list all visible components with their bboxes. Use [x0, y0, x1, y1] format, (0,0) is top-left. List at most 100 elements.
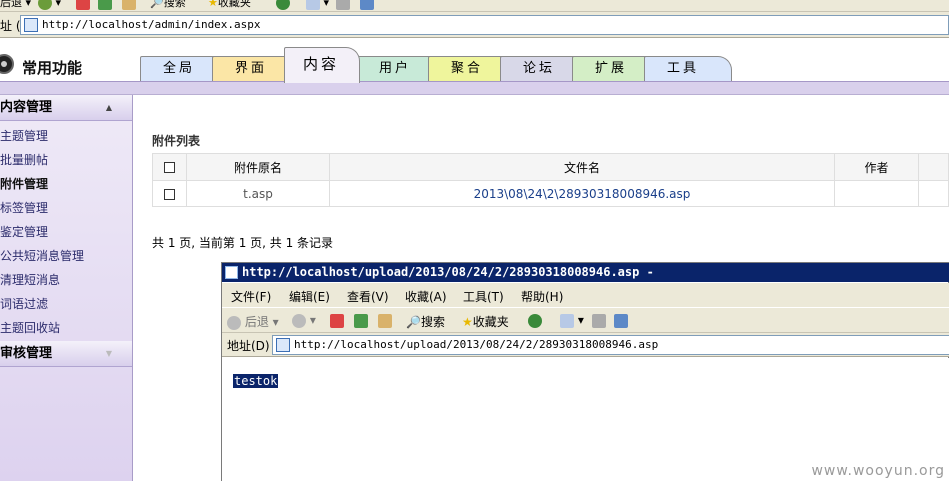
row-checkbox[interactable]: [164, 188, 175, 200]
stop-icon: [76, 0, 90, 10]
pager-text: 共 1 页, 当前第 1 页, 共 1 条记录: [152, 236, 334, 250]
tab-content[interactable]: 内容: [284, 47, 360, 83]
original-name-cell: t.asp: [186, 180, 330, 207]
section-title: 附件列表: [152, 134, 201, 148]
header-title: 常用功能: [22, 59, 83, 77]
watermark: www.wooyun.org: [811, 463, 945, 479]
edit-icon: [614, 313, 628, 328]
sidebar-item-topics[interactable]: 主题管理: [0, 124, 48, 148]
page-icon: [24, 18, 38, 32]
popup-back-button[interactable]: 后退 ▾: [227, 313, 279, 330]
menu-view[interactable]: 查看(V): [347, 288, 389, 305]
search-button[interactable]: 🔎搜索: [150, 0, 186, 11]
back-label: 后退: [0, 0, 22, 9]
favorites-label: 收藏夹: [217, 0, 251, 9]
popup-window: http://localhost/upload/2013/08/24/2/289…: [221, 262, 949, 481]
forward-icon: [38, 0, 52, 10]
page-output-text: testok: [233, 374, 279, 388]
print-icon: [336, 0, 350, 10]
popup-print-button[interactable]: [592, 313, 606, 328]
row-select-cell: [152, 180, 187, 207]
address-url: http://localhost/admin/index.aspx: [42, 18, 261, 31]
mail-icon: [306, 0, 320, 10]
print-button[interactable]: [336, 0, 350, 11]
favorites-button[interactable]: ★收藏夹: [208, 0, 251, 11]
sidebar: 内容管理 ▲ 主题管理 批量删帖 附件管理 标签管理 鉴定管理 公共短消息管理 …: [0, 95, 133, 481]
search-icon: 🔎: [150, 0, 164, 9]
menu-tools[interactable]: 工具(T): [463, 288, 504, 305]
menu-edit[interactable]: 编辑(E): [289, 288, 330, 305]
table-header-row: 附件原名 文件名 作者: [152, 153, 949, 181]
file-name-link[interactable]: 2013\08\24\2\28930318008946.asp: [329, 180, 835, 207]
popup-search-button[interactable]: 🔎搜索: [406, 313, 445, 330]
forward-button[interactable]: ▾: [38, 0, 61, 11]
search-label: 搜索: [163, 0, 186, 9]
extra-cell: [918, 180, 949, 207]
ie-icon: [225, 266, 238, 279]
column-header: [918, 153, 949, 181]
sidebar-item-tags[interactable]: 标签管理: [0, 196, 48, 220]
popup-stop-button[interactable]: [330, 313, 344, 328]
sidebar-item-word-filter[interactable]: 词语过滤: [0, 292, 48, 316]
attachment-table: 附件原名 文件名 作者 t.asp 2013\08\24\2\289303180…: [152, 153, 949, 207]
sidebar-group-content[interactable]: 内容管理 ▲: [0, 95, 132, 121]
sidebar-item-attachments[interactable]: 附件管理: [0, 172, 48, 196]
menu-file[interactable]: 文件(F): [231, 288, 271, 305]
popup-mail-button[interactable]: ▾: [560, 313, 584, 328]
column-header: 文件名: [329, 153, 835, 181]
media-button[interactable]: [276, 0, 290, 11]
popup-address-input[interactable]: http://localhost/upload/2013/08/24/2/289…: [272, 335, 949, 355]
edit-icon: [360, 0, 374, 10]
mail-icon: [560, 313, 574, 328]
mail-button[interactable]: ▾: [306, 0, 329, 11]
menu-help[interactable]: 帮助(H): [521, 288, 563, 305]
popup-title-bar[interactable]: http://localhost/upload/2013/08/24/2/289…: [222, 263, 949, 282]
forward-icon: [292, 313, 306, 328]
popup-media-button[interactable]: [528, 313, 542, 328]
author-cell: [834, 180, 919, 207]
home-button[interactable]: [122, 0, 136, 11]
refresh-button[interactable]: [98, 0, 112, 11]
sidebar-group-audit[interactable]: 审核管理 ▼: [0, 341, 132, 367]
stop-icon: [330, 313, 344, 328]
select-all-checkbox[interactable]: [164, 162, 175, 173]
sidebar-item-batch-delete[interactable]: 批量删帖: [0, 148, 48, 172]
sidebar-item-appraisal[interactable]: 鉴定管理: [0, 220, 48, 244]
table-row: t.asp 2013\08\24\2\28930318008946.asp: [152, 180, 949, 207]
refresh-icon: [354, 313, 368, 328]
home-icon: [122, 0, 136, 10]
popup-home-button[interactable]: [378, 313, 392, 328]
popup-forward-button[interactable]: ▾: [292, 313, 316, 328]
address-bar: 址 (D) http://localhost/admin/index.aspx: [0, 12, 949, 38]
tab-tools[interactable]: 工具: [644, 56, 732, 82]
popup-refresh-button[interactable]: [354, 313, 368, 328]
popup-edit-button[interactable]: [614, 313, 628, 328]
sidebar-item-public-messages[interactable]: 公共短消息管理: [0, 244, 84, 268]
favorites-label: 收藏夹: [472, 315, 509, 329]
popup-address-url: http://localhost/upload/2013/08/24/2/289…: [294, 338, 659, 351]
sidebar-item-recycle-bin[interactable]: 主题回收站: [0, 316, 60, 340]
logo-icon: [0, 54, 14, 74]
edit-button[interactable]: [360, 0, 374, 11]
refresh-icon: [98, 0, 112, 10]
sidebar-item-clean-messages[interactable]: 清理短消息: [0, 268, 60, 292]
media-icon: [528, 313, 542, 328]
select-all-cell: [152, 153, 187, 181]
print-icon: [592, 313, 606, 328]
back-icon: [227, 315, 241, 330]
menu-favorites[interactable]: 收藏(A): [405, 288, 447, 305]
main-tabs: 全局 界面 用户 聚合 论坛 扩展 工具 内容: [140, 47, 949, 83]
popup-toolbar: 后退 ▾ ▾ 🔎搜索 ★收藏夹 ▾: [222, 307, 949, 333]
popup-menubar: 文件(F) 编辑(E) 查看(V) 收藏(A) 工具(T) 帮助(H): [222, 283, 949, 307]
search-icon: 🔎: [406, 315, 421, 329]
stop-button[interactable]: [76, 0, 90, 11]
media-icon: [276, 0, 290, 10]
back-button[interactable]: 后退 ▾: [0, 0, 31, 11]
column-header: 附件原名: [186, 153, 330, 181]
home-icon: [378, 313, 392, 328]
sidebar-group-label: 审核管理: [0, 346, 53, 361]
collapse-icon[interactable]: ▲: [106, 95, 112, 121]
expand-icon[interactable]: ▼: [106, 341, 112, 367]
popup-favorites-button[interactable]: ★收藏夹: [462, 313, 509, 330]
address-input[interactable]: http://localhost/admin/index.aspx: [20, 15, 949, 35]
